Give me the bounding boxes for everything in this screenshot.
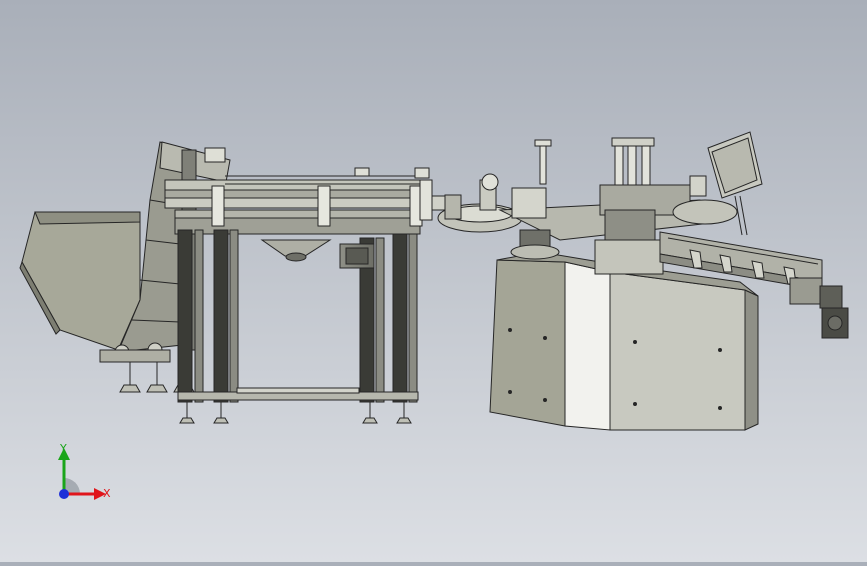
x-axis-label: X bbox=[103, 487, 111, 500]
assembly-model[interactable] bbox=[0, 0, 867, 562]
hopper-bin bbox=[19, 211, 141, 351]
y-axis-label: Y bbox=[59, 442, 67, 455]
sorting-frame bbox=[164, 167, 430, 403]
labeling-machine-cabinet bbox=[489, 251, 759, 431]
cad-graphics-area[interactable]: Y X bbox=[0, 0, 867, 562]
coordinate-triad: Y X bbox=[58, 442, 111, 500]
z-axis-dot bbox=[59, 489, 69, 499]
frame-feet bbox=[179, 402, 412, 424]
